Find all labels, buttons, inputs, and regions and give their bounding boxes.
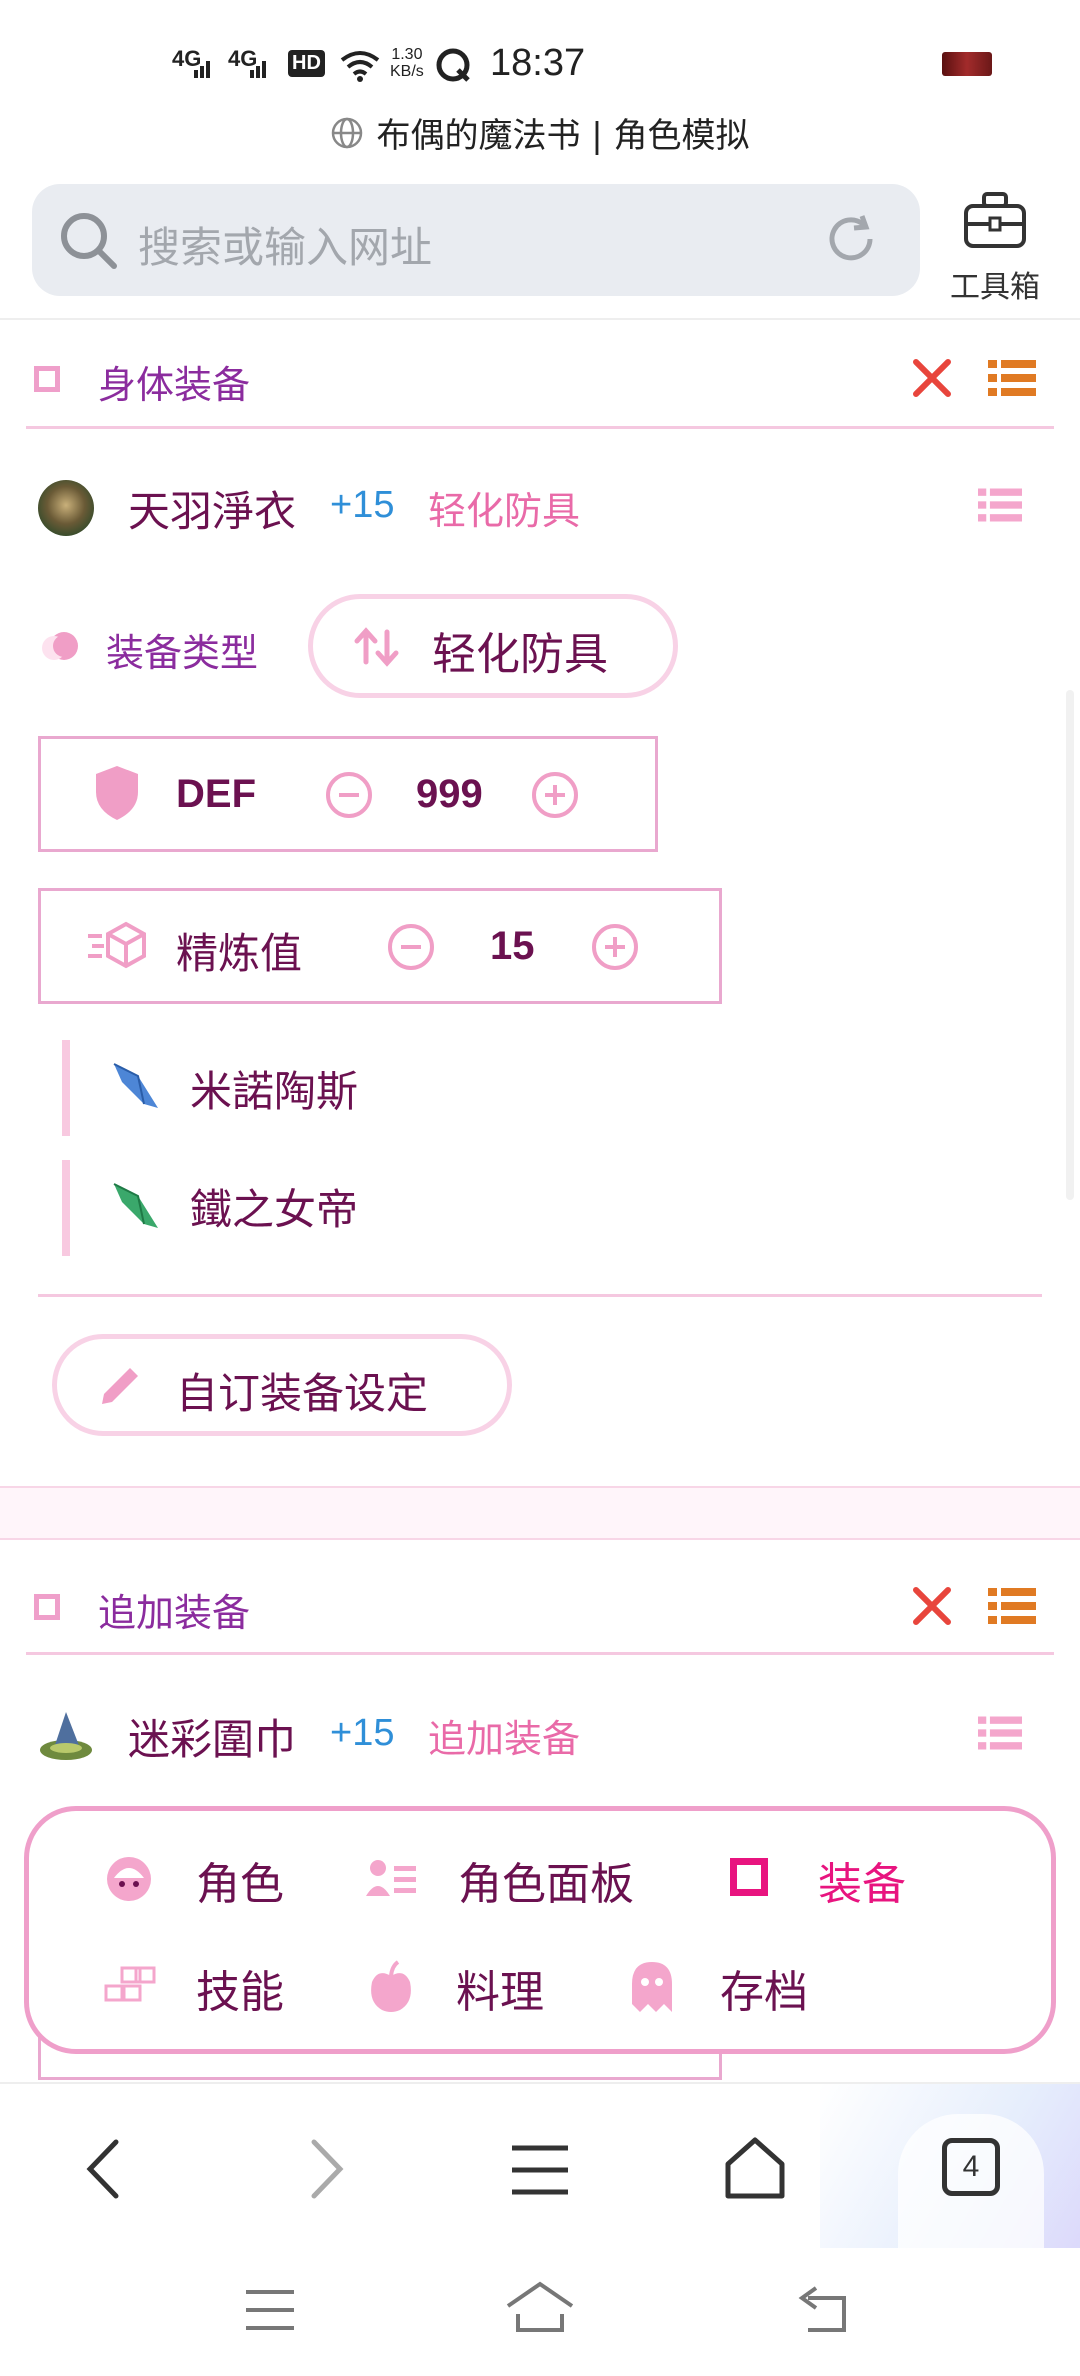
home-icon[interactable]	[722, 2136, 788, 2200]
net-speed-unit: KB/s	[390, 63, 424, 80]
item-type-tag: 轻化防具	[428, 489, 581, 533]
equipment-type-value[interactable]: 轻化防具	[432, 618, 608, 682]
system-back-icon[interactable]	[794, 2284, 850, 2334]
section-title: 身体装备	[98, 363, 251, 407]
item-menu-icon[interactable]	[978, 1714, 1022, 1752]
system-nav-bar	[0, 2248, 1080, 2376]
plus-circle-icon[interactable]	[530, 770, 580, 820]
nav-label: 技能	[196, 1967, 284, 2018]
menu-icon[interactable]	[510, 2142, 570, 2198]
nav-label: 角色面板	[458, 1859, 634, 1910]
system-home-icon[interactable]	[504, 2280, 576, 2334]
def-label: DEF	[176, 772, 256, 816]
refine-label: 精炼值	[176, 929, 303, 978]
signal-bars-icon	[250, 61, 266, 78]
divider	[26, 1652, 1054, 1655]
signal-bars-icon	[194, 61, 210, 78]
item-type-tag: 追加装备	[428, 1717, 581, 1761]
gem-name: 鐵之女帝	[190, 1185, 359, 1234]
section-square-icon	[34, 1594, 60, 1620]
wizard-hat-icon	[40, 1712, 92, 1760]
minus-circle-icon[interactable]	[324, 770, 374, 820]
divider	[38, 1294, 1042, 1297]
back-icon[interactable]	[80, 2138, 130, 2200]
toolbox-label[interactable]: 工具箱	[940, 262, 1050, 306]
nav-label: 角色	[196, 1859, 284, 1910]
section-title: 追加装备	[98, 1591, 251, 1635]
pencil-icon	[102, 1368, 138, 1404]
def-value: 999	[416, 772, 483, 816]
clock-time: 18:37	[490, 42, 586, 84]
section-separator	[0, 1486, 1080, 1540]
moon-icon	[42, 632, 78, 660]
page-title: 布偶的魔法书 | 角色模拟	[376, 116, 750, 156]
square-icon	[730, 1858, 768, 1896]
plus-circle-icon[interactable]	[590, 922, 640, 972]
q-app-icon	[436, 48, 470, 82]
gem-name: 米諾陶斯	[190, 1067, 359, 1116]
face-icon	[107, 1857, 151, 1901]
item-name: 迷彩圍巾	[128, 1715, 297, 1764]
swap-arrows-icon	[354, 627, 399, 667]
blue-crystal-icon	[113, 1063, 158, 1108]
refine-plus: +15	[330, 484, 395, 526]
close-icon[interactable]	[910, 356, 954, 400]
item-avatar	[38, 480, 94, 536]
cube-speed-icon	[88, 921, 146, 969]
list-menu-icon[interactable]	[988, 358, 1036, 398]
blocks-icon	[104, 1966, 156, 2002]
nav-item-character-panel[interactable]: 角色面板	[362, 1846, 692, 1910]
apple-icon	[371, 1960, 411, 2012]
nav-label: 存档	[720, 1967, 808, 2018]
browser-toolbar: 4	[0, 2082, 1080, 2250]
shield-icon	[96, 766, 138, 820]
search-icon	[61, 213, 117, 269]
nav-item-cooking[interactable]: 料理	[362, 1954, 662, 2018]
close-icon[interactable]	[910, 1584, 954, 1628]
recent-apps-icon[interactable]	[244, 2288, 296, 2332]
minus-circle-icon[interactable]	[386, 922, 436, 972]
nav-item-equipment[interactable]: 装备	[722, 1846, 972, 1910]
battery-icon	[942, 52, 992, 76]
nav-label: 料理	[456, 1967, 544, 2018]
nav-item-save[interactable]: 存档	[624, 1954, 924, 2018]
green-crystal-icon	[113, 1183, 158, 1228]
ghost-icon	[632, 1962, 672, 2012]
scrollbar[interactable]	[1066, 690, 1074, 1200]
divider	[26, 426, 1054, 429]
toolbox-icon[interactable]	[962, 186, 1028, 252]
divider	[0, 318, 1080, 320]
item-menu-icon[interactable]	[978, 486, 1022, 524]
hd-badge: HD	[288, 50, 325, 77]
globe-icon	[332, 117, 363, 148]
gem-bar	[62, 1040, 70, 1136]
tabs-count-button[interactable]: 4	[942, 2138, 1000, 2196]
search-input[interactable]: 搜索或输入网址	[138, 214, 432, 275]
list-menu-icon[interactable]	[988, 1586, 1036, 1626]
section-square-icon	[34, 366, 60, 392]
net-speed-value: 1.30	[391, 46, 423, 63]
custom-equipment-label[interactable]: 自订装备设定	[176, 1360, 428, 1421]
wifi-icon	[340, 51, 380, 82]
id-card-icon	[366, 1860, 416, 1896]
item-name: 天羽淨衣	[128, 487, 297, 536]
equipment-type-label: 装备类型	[106, 631, 259, 675]
forward-icon[interactable]	[300, 2138, 350, 2200]
refine-plus: +15	[330, 1712, 395, 1754]
nav-label: 装备	[818, 1859, 906, 1910]
refresh-icon[interactable]	[820, 208, 882, 270]
gem-bar	[62, 1160, 70, 1256]
refine-value: 15	[490, 924, 535, 968]
status-bar: 4G 4G HD 1.30 KB/s 18:37	[0, 0, 1080, 120]
